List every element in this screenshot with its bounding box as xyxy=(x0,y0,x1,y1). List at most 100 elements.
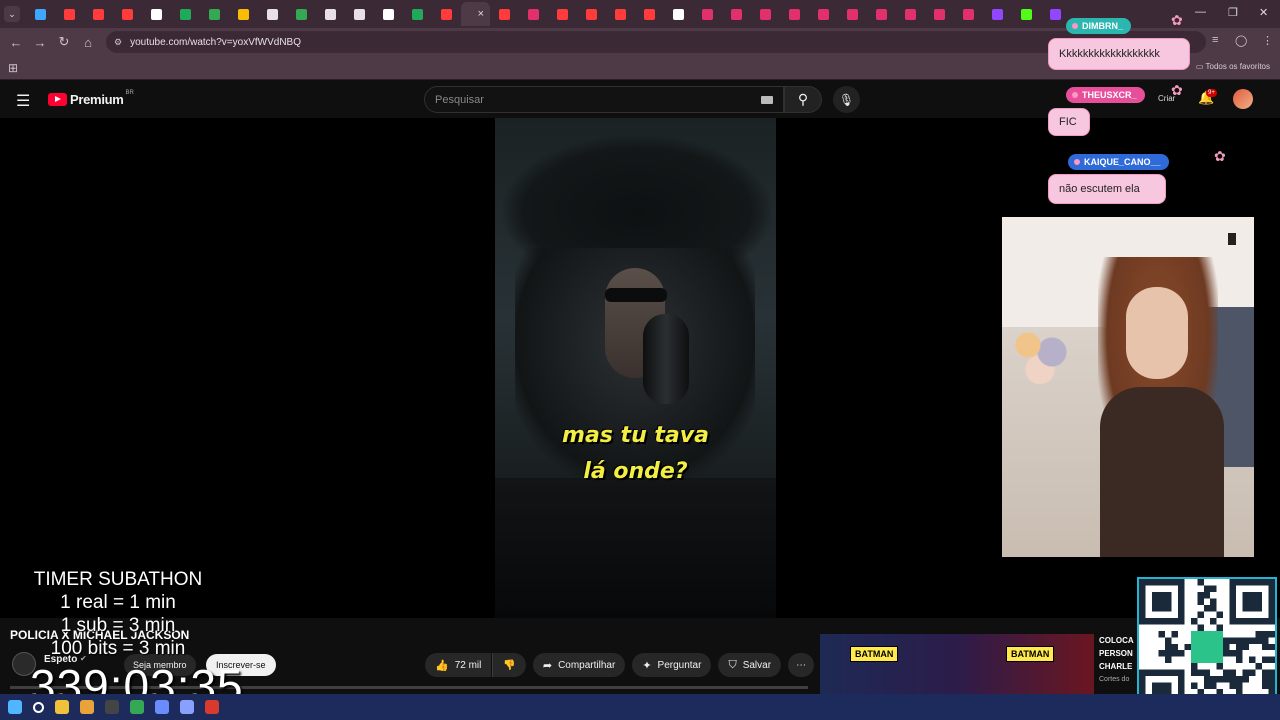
keyboard-icon[interactable] xyxy=(761,96,773,104)
browser-tab[interactable] xyxy=(809,2,838,26)
video-frame[interactable]: mas tu tava lá onde? xyxy=(495,118,776,618)
more-actions-button[interactable]: ⋯ xyxy=(788,653,815,677)
screen: ⌄ × — ❐ ✕ ← → ↻ ⌂ ⚙ youtube.com/watch?v=… xyxy=(0,0,1280,720)
browser-tab[interactable] xyxy=(838,2,867,26)
browser-tab[interactable] xyxy=(200,2,229,26)
save-button[interactable]: ⛉ Salvar xyxy=(718,653,782,677)
timer-title: TIMER SUBATHON xyxy=(33,569,203,590)
search-placeholder: Pesquisar xyxy=(435,94,484,106)
account-avatar[interactable] xyxy=(1233,89,1253,109)
browser-tab[interactable] xyxy=(26,2,55,26)
gem-icon xyxy=(35,8,46,20)
browser-tab[interactable] xyxy=(287,2,316,26)
menu-icon[interactable]: ☰ xyxy=(16,91,30,111)
obs-icon[interactable] xyxy=(105,700,119,714)
close-window-icon[interactable]: ✕ xyxy=(1259,6,1268,19)
instagram-icon xyxy=(760,8,771,20)
back-icon[interactable]: ← xyxy=(4,35,28,50)
browser-tab[interactable] xyxy=(113,2,142,26)
search-button[interactable]: ⚲ xyxy=(784,86,822,113)
voice-search-button[interactable]: 🎙 xyxy=(833,86,860,113)
ask-button[interactable]: ✦ Perguntar xyxy=(632,653,712,677)
chat-text: Kkkkkkkkkkkkkkkkkk xyxy=(1059,48,1160,60)
browser-tab[interactable] xyxy=(374,2,403,26)
twitch-icon xyxy=(1050,8,1061,20)
browser-tab[interactable] xyxy=(664,2,693,26)
windows-icon[interactable] xyxy=(8,700,22,714)
chat-username: KAIQUE_CANO__ xyxy=(1068,154,1169,170)
chat-username: DIMBRN_ xyxy=(1066,18,1132,34)
browser-tab[interactable] xyxy=(867,2,896,26)
timer-rule: 1 real = 1 min xyxy=(60,592,176,613)
browser-tab[interactable] xyxy=(1012,2,1041,26)
browser-tab[interactable] xyxy=(693,2,722,26)
browser-tab[interactable] xyxy=(954,2,983,26)
browser-tab[interactable] xyxy=(229,2,258,26)
browser-tab[interactable] xyxy=(55,2,84,26)
browser-tab[interactable] xyxy=(606,2,635,26)
apps-grid-icon[interactable]: ⊞ xyxy=(8,61,18,75)
like-button[interactable]: 👍 72 mil xyxy=(425,653,492,677)
chrome-icon[interactable] xyxy=(205,700,219,714)
reload-icon[interactable]: ↻ xyxy=(52,34,76,50)
reading-list-icon[interactable]: ≡ xyxy=(1212,34,1218,46)
bookmark-icon: ⛉ xyxy=(728,658,737,671)
browser-tab[interactable] xyxy=(142,2,171,26)
qr-module xyxy=(1262,637,1269,644)
browser-tab[interactable] xyxy=(577,2,606,26)
code-icon xyxy=(412,8,423,20)
maximize-icon[interactable]: ❐ xyxy=(1228,6,1238,19)
site-info-icon[interactable]: ⚙ xyxy=(114,37,122,48)
browser-tab[interactable] xyxy=(171,2,200,26)
share-label: Compartilhar xyxy=(558,659,616,671)
recommended-thumbnail[interactable]: BATMAN BATMAN xyxy=(820,634,1094,694)
search-icon[interactable] xyxy=(33,701,44,713)
youtube-logo[interactable]: Premium BR xyxy=(48,90,134,107)
browser-tab[interactable] xyxy=(432,2,461,26)
qr-module xyxy=(1171,630,1178,638)
drive-icon xyxy=(209,8,220,20)
browser-tab[interactable] xyxy=(925,2,954,26)
badge-icon xyxy=(1072,92,1078,98)
minimize-icon[interactable]: — xyxy=(1195,6,1206,18)
browser-tab[interactable] xyxy=(258,2,287,26)
browser-tab[interactable] xyxy=(635,2,664,26)
home-icon[interactable]: ⌂ xyxy=(76,35,100,50)
browser-tab[interactable] xyxy=(316,2,345,26)
close-tab-icon[interactable]: × xyxy=(478,8,484,20)
browser-tab[interactable] xyxy=(403,2,432,26)
profile-icon[interactable]: ◯ xyxy=(1235,34,1247,47)
drive-icon[interactable] xyxy=(130,700,144,714)
browser-tab[interactable]: × xyxy=(461,2,490,26)
chrome-icon[interactable] xyxy=(55,700,69,714)
dislike-button[interactable]: 👎 xyxy=(492,653,526,677)
browser-tab[interactable] xyxy=(896,2,925,26)
app-icon[interactable] xyxy=(180,700,194,714)
browser-tab[interactable] xyxy=(548,2,577,26)
browser-tab[interactable] xyxy=(519,2,548,26)
app-icon[interactable] xyxy=(155,700,169,714)
youtube-icon xyxy=(557,8,568,20)
share-button[interactable]: ➦ Compartilhar xyxy=(532,653,626,677)
tab-search-icon[interactable]: ⌄ xyxy=(4,6,20,22)
browser-tab[interactable] xyxy=(983,2,1012,26)
browser-tab[interactable] xyxy=(780,2,809,26)
qr-module xyxy=(1262,630,1269,638)
address-bar[interactable]: ⚙ youtube.com/watch?v=yoxVfWVdNBQ xyxy=(106,31,1206,53)
forward-icon[interactable]: → xyxy=(28,35,52,50)
all-favorites[interactable]: ▭ Todos os favoritos xyxy=(1196,62,1270,71)
all-favorites-label: Todos os favoritos xyxy=(1205,62,1270,71)
browser-tab[interactable] xyxy=(751,2,780,26)
qr-module xyxy=(1197,591,1204,599)
webcam-plushies xyxy=(1004,317,1084,387)
browser-tab[interactable] xyxy=(345,2,374,26)
search-input[interactable]: Pesquisar xyxy=(424,86,784,113)
browser-tab[interactable] xyxy=(84,2,113,26)
instagram-icon xyxy=(876,8,887,20)
recommended-title[interactable]: COLOCA PERSON CHARLE xyxy=(1099,634,1139,673)
browser-menu-icon[interactable]: ⋮ xyxy=(1262,34,1273,47)
browser-tab[interactable] xyxy=(722,2,751,26)
explorer-icon[interactable] xyxy=(80,700,94,714)
thumbnail-label: BATMAN xyxy=(1006,646,1055,662)
browser-tab[interactable] xyxy=(490,2,519,26)
